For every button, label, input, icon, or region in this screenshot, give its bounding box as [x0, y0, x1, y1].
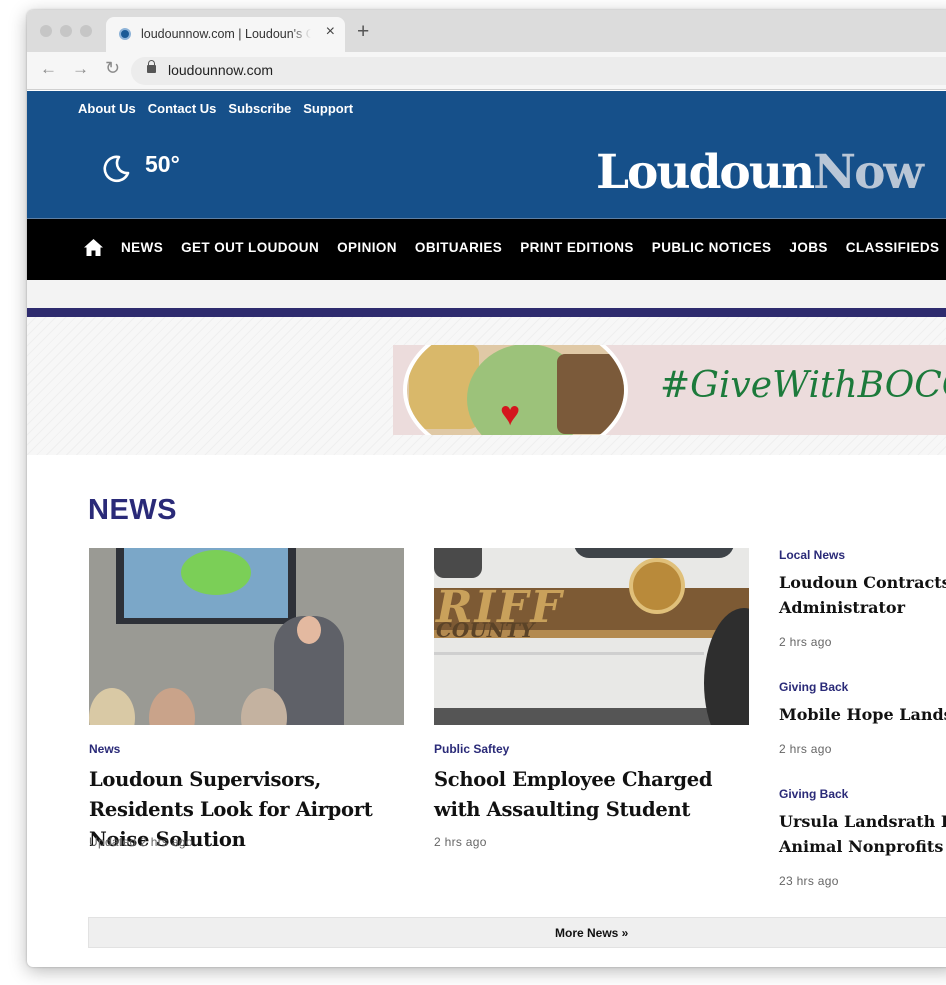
banner-hashtag: #GiveWithBOCC [660, 365, 946, 406]
close-tab-icon[interactable]: × [326, 23, 335, 41]
car-door-handle [434, 548, 482, 578]
nav-item-get-out-loudoun[interactable]: GET OUT LOUDOUN [181, 240, 319, 255]
headline-line: Loudoun Contracts for [779, 573, 946, 592]
side-story[interactable]: Local News Loudoun Contracts for Administ… [779, 548, 946, 649]
headline-line: Animal Nonprofits [779, 837, 944, 856]
ad-zone: ♥ #GiveWithBOCC [27, 317, 946, 455]
url-field[interactable]: loudounnow.com [131, 57, 946, 85]
logo-now: Now [813, 145, 924, 200]
nav-item-public-notices[interactable]: PUBLIC NOTICES [652, 240, 772, 255]
story-timestamp: Updated 2 hrs ago [89, 835, 193, 849]
story-image-sheriff-car[interactable]: RIFF COUNTY [434, 548, 749, 725]
nav-items: NEWS GET OUT LOUDOUN OPINION OBITUARIES … [121, 240, 939, 255]
browser-window: loudounnow.com | Loudoun's Community New… [27, 10, 946, 967]
headline-line: Mobile Hope Lands $5 [779, 705, 946, 724]
new-tab-button[interactable]: + [357, 21, 369, 42]
featured-story[interactable]: News Loudoun Supervisors, Residents Look… [89, 548, 404, 851]
story-headline[interactable]: Mobile Hope Lands $5 [779, 702, 946, 727]
featured-story[interactable]: RIFF COUNTY Public Saftey School Employe… [434, 548, 749, 849]
logo-loudoun: Loudoun [596, 145, 815, 200]
site-header: About Us Contact Us Subscribe Support 50… [27, 91, 946, 218]
nav-item-jobs[interactable]: JOBS [789, 240, 827, 255]
tab-title: loudounnow.com | Loudoun's Community New… [141, 27, 311, 41]
heart-icon: ♥ [500, 395, 521, 433]
minimize-window-icon[interactable] [60, 25, 72, 37]
top-links: About Us Contact Us Subscribe Support [78, 101, 353, 116]
story-timestamp: 2 hrs ago [779, 635, 832, 649]
more-news-label: More News » [555, 926, 629, 940]
audience-member [89, 688, 135, 725]
story-category[interactable]: Local News [779, 548, 946, 562]
site-logo[interactable]: LoudounNow [596, 145, 924, 200]
banner-photo-box [557, 354, 624, 434]
car-body-crease [434, 652, 704, 655]
story-headline[interactable]: School Employee Charged with Assaulting … [434, 765, 754, 825]
support-link[interactable]: Support [303, 101, 353, 116]
about-us-link[interactable]: About Us [78, 101, 136, 116]
nav-item-news[interactable]: NEWS [121, 240, 163, 255]
contact-us-link[interactable]: Contact Us [148, 101, 217, 116]
story-timestamp: 2 hrs ago [779, 742, 832, 756]
more-news-button[interactable]: More News » [88, 917, 946, 948]
main-navigation: NEWS GET OUT LOUDOUN OPINION OBITUARIES … [27, 218, 946, 280]
site-favicon-icon [119, 28, 131, 40]
weather-widget[interactable]: 50° [101, 151, 180, 189]
sheriff-badge-icon [629, 558, 685, 614]
headline-line: Administrator [779, 598, 906, 617]
news-section-heading: NEWS [88, 494, 177, 526]
car-bottom-trim [434, 708, 749, 725]
story-category[interactable]: Giving Back [779, 680, 946, 694]
noise-zone-graphic [181, 550, 251, 595]
headline-line: Ursula Landsrath Fun [779, 812, 946, 831]
weather-temperature: 50° [145, 151, 180, 177]
reload-icon[interactable]: ↻ [105, 58, 120, 79]
sub-navigation-bar [27, 280, 946, 308]
moon-icon [103, 155, 130, 183]
nav-item-opinion[interactable]: OPINION [337, 240, 397, 255]
close-window-icon[interactable] [40, 25, 52, 37]
lock-icon [147, 60, 156, 73]
audience-member [149, 688, 195, 725]
nav-item-obituaries[interactable]: OBITUARIES [415, 240, 502, 255]
tab-bar: loudounnow.com | Loudoun's Community New… [27, 10, 946, 52]
story-category[interactable]: Giving Back [779, 787, 946, 801]
side-story[interactable]: Giving Back Ursula Landsrath Fun Animal N… [779, 787, 946, 888]
story-image-meeting[interactable] [89, 548, 404, 725]
meeting-display-screen [116, 548, 296, 624]
url-text: loudounnow.com [168, 62, 274, 78]
nav-item-print-editions[interactable]: PRINT EDITIONS [520, 240, 634, 255]
story-headline[interactable]: Loudoun Contracts for Administrator [779, 570, 946, 620]
story-headline[interactable]: Ursula Landsrath Fun Animal Nonprofits [779, 809, 946, 859]
side-story[interactable]: Giving Back Mobile Hope Lands $5 2 hrs a… [779, 680, 946, 756]
car-window [574, 548, 734, 558]
story-category[interactable]: Public Saftey [434, 742, 509, 756]
speaker-head [297, 616, 321, 644]
home-icon[interactable] [84, 239, 103, 256]
story-category[interactable]: News [89, 742, 120, 756]
story-timestamp: 23 hrs ago [779, 874, 839, 888]
browser-tab[interactable]: loudounnow.com | Loudoun's Community New… [106, 17, 345, 52]
subscribe-link[interactable]: Subscribe [228, 101, 291, 116]
accent-bar [27, 308, 946, 317]
car-county-lettering: COUNTY [436, 618, 535, 642]
forward-arrow-icon[interactable]: → [72, 59, 89, 79]
nav-item-classifieds[interactable]: CLASSIFIEDS [846, 240, 940, 255]
back-arrow-icon[interactable]: ← [40, 59, 57, 79]
address-bar: ← → ↻ loudounnow.com [27, 52, 946, 90]
advertisement-banner[interactable]: ♥ #GiveWithBOCC [393, 345, 946, 435]
maximize-window-icon[interactable] [80, 25, 92, 37]
story-timestamp: 2 hrs ago [434, 835, 487, 849]
